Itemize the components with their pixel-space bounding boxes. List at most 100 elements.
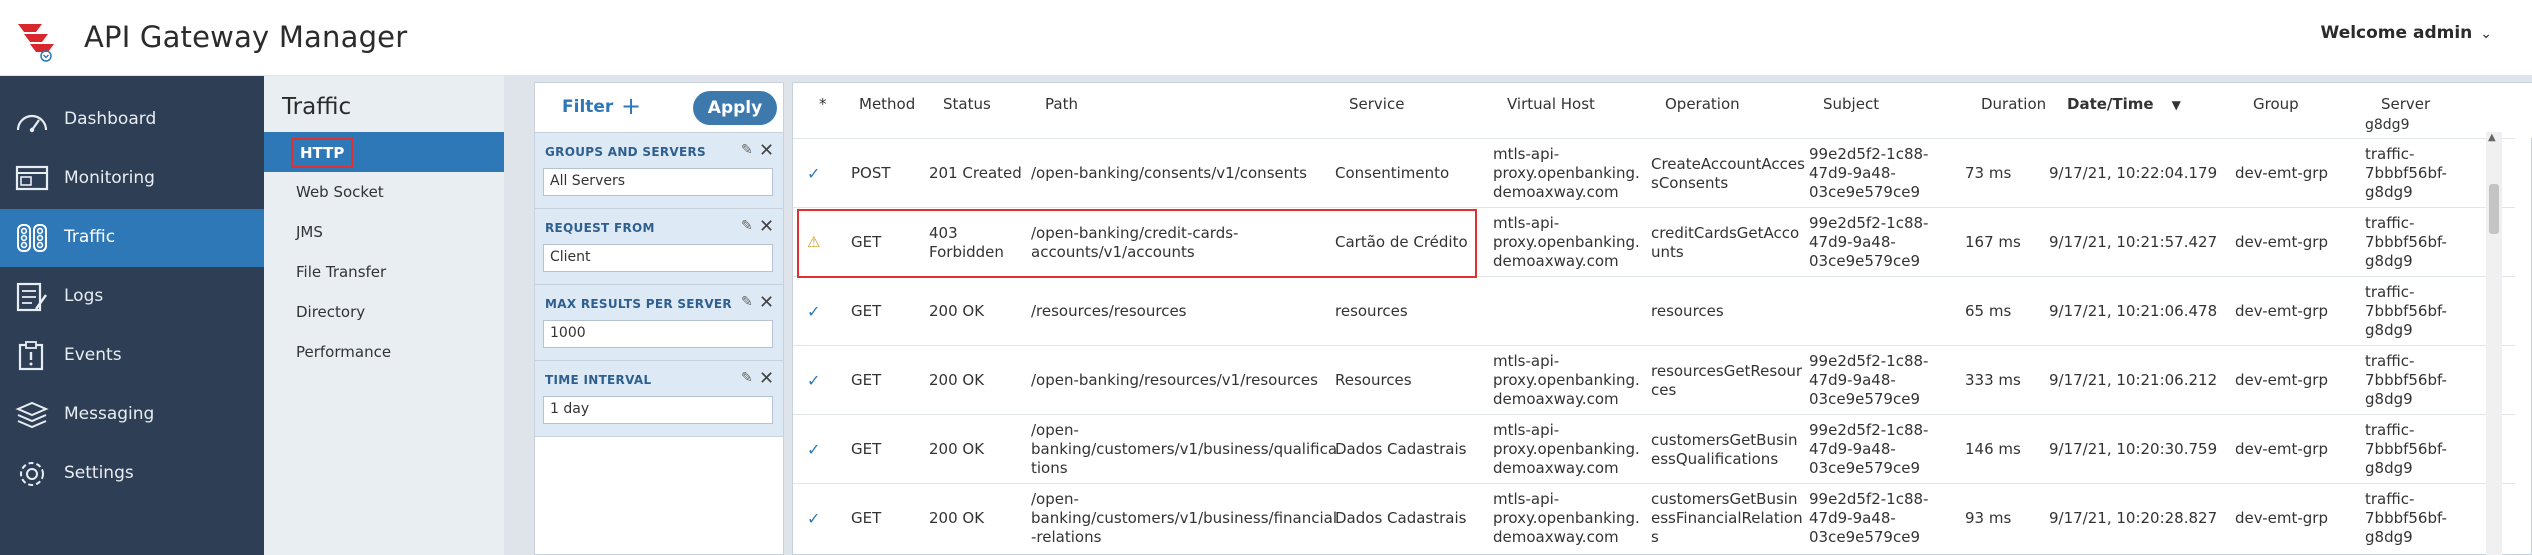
cell-vhost: mtls-api-proxy.openbanking. demoaxway.com: [1493, 145, 1640, 201]
cell-vhost: mtls-api-proxy.openbanking. demoaxway.com: [1493, 490, 1640, 546]
traffic-subnav: Traffic HTTP Web Socket JMS File Transfe…: [264, 76, 504, 555]
col-method[interactable]: Method: [859, 95, 915, 113]
filter-group-max-results: MAX RESULTS PER SERVER ✎ ✕ 1000: [535, 285, 783, 361]
cell-status: 200 OK: [929, 302, 985, 320]
table-row[interactable]: ✓ GET 200 OK/resources/resources resources r…: [793, 276, 2515, 345]
close-icon[interactable]: ✕: [759, 216, 774, 237]
cell-subject: 99e2d5f2-1c88- 47d9-9a48- 03ce9e579ce9: [1809, 352, 1929, 408]
filter-group-time-interval: TIME INTERVAL ✎ ✕ 1 day: [535, 361, 783, 437]
cell-service: Dados Cadastrais: [1335, 509, 1467, 527]
nav-item-logs[interactable]: Logs: [0, 268, 264, 326]
cell-subject: 99e2d5f2-1c88- 47d9-9a48- 03ce9e579ce9: [1809, 421, 1929, 477]
nav-item-settings[interactable]: Settings: [0, 445, 264, 503]
table-row[interactable]: ✓ GET 200 OK/open-banking/customers/v1/bus…: [793, 483, 2515, 552]
cell-service: Dados Cadastrais: [1335, 440, 1467, 458]
cell-service: resources: [1335, 302, 1408, 320]
table-header: * Method Status Path Service Virtual Hos…: [793, 83, 2532, 138]
request-from-field[interactable]: Client: [543, 244, 773, 272]
col-datetime[interactable]: Date/Time ▼: [2067, 95, 2181, 113]
time-interval-field[interactable]: 1 day: [543, 396, 773, 424]
check-icon: ✓: [807, 371, 821, 390]
traffic-table: * Method Status Path Service Virtual Hos…: [792, 82, 2532, 555]
subnav-item-jms[interactable]: JMS: [264, 212, 504, 252]
cell-subject: 99e2d5f2-1c88- 47d9-9a48- 03ce9e579ce9: [1809, 214, 1929, 270]
cell-status: 201 Created: [929, 164, 1022, 182]
col-virtual-host[interactable]: Virtual Host: [1507, 95, 1595, 113]
col-duration[interactable]: Duration: [1981, 95, 2051, 113]
nav-item-dashboard[interactable]: Dashboard: [0, 91, 264, 149]
add-filter-icon[interactable]: +: [621, 92, 641, 120]
close-icon[interactable]: ✕: [759, 368, 774, 389]
cell-method: GET: [851, 440, 882, 458]
subnav-item-http[interactable]: HTTP: [264, 132, 504, 172]
cell-group: dev-emt-grp: [2235, 233, 2328, 251]
cell-duration: 333 ms: [1965, 371, 2021, 389]
groups-servers-field[interactable]: All Servers: [543, 168, 773, 196]
cell-subject: 99e2d5f2-1c88- 47d9-9a48- 03ce9e579ce9: [1809, 145, 1929, 201]
sort-desc-icon: ▼: [2171, 98, 2181, 112]
cell-vhost: mtls-api-proxy.openbanking. demoaxway.com: [1493, 352, 1640, 408]
col-server[interactable]: Server: [2381, 95, 2430, 113]
subnav-item-directory[interactable]: Directory: [264, 292, 504, 332]
user-menu[interactable]: Welcome admin ⌄: [2321, 23, 2492, 43]
subnav-item-file-transfer[interactable]: File Transfer: [264, 252, 504, 292]
cell-vhost: mtls-api-proxy.openbanking. demoaxway.com: [1493, 214, 1640, 270]
cell-server: traffic- 7bbbf56bf-g8dg9: [2365, 214, 2447, 270]
max-results-field[interactable]: 1000: [543, 320, 773, 348]
edit-pencil-icon[interactable]: ✎: [741, 142, 753, 158]
logs-icon: [16, 282, 47, 312]
cell-path: /open-banking/consents/v1/consents: [1031, 164, 1307, 182]
close-icon[interactable]: ✕: [759, 292, 774, 313]
cell-path: /open-banking/resources/v1/resources: [1031, 371, 1318, 389]
axway-logo-icon[interactable]: [14, 18, 60, 64]
nav-item-messaging[interactable]: Messaging: [0, 386, 264, 444]
col-path[interactable]: Path: [1045, 95, 1078, 113]
cell-group: dev-emt-grp: [2235, 164, 2328, 182]
table-scrollbar[interactable]: ▲: [2486, 132, 2502, 555]
subnav-item-performance[interactable]: Performance: [264, 332, 504, 372]
cell-datetime: 9/17/21, 10:21:57.427: [2049, 233, 2218, 251]
table-row[interactable]: ✓ GET 200 OK/open-banking/resources/v1/res…: [793, 345, 2515, 414]
scroll-up-icon[interactable]: ▲: [2488, 132, 2500, 144]
dashboard-gauge-icon: [16, 114, 48, 133]
check-icon: ✓: [807, 164, 821, 183]
cell-group: dev-emt-grp: [2235, 302, 2328, 320]
cell-operation: customersGetBusin essQualifications: [1651, 431, 1798, 468]
edit-pencil-icon[interactable]: ✎: [741, 218, 753, 234]
cell-subject: 99e2d5f2-1c88- 47d9-9a48- 03ce9e579ce9: [1809, 490, 1929, 546]
nav-item-traffic[interactable]: Traffic: [0, 209, 264, 267]
table-row[interactable]: ✓ POST 201 Created/open-banking/consents/v…: [793, 138, 2515, 207]
edit-pencil-icon[interactable]: ✎: [741, 294, 753, 310]
col-service[interactable]: Service: [1349, 95, 1404, 113]
col-status[interactable]: Status: [943, 95, 991, 113]
cell-datetime: 9/17/21, 10:21:06.478: [2049, 302, 2218, 320]
check-icon: ✓: [807, 302, 821, 321]
cell-datetime: 9/17/21, 10:21:06.212: [2049, 371, 2218, 389]
col-operation[interactable]: Operation: [1665, 95, 1740, 113]
nav-item-monitoring[interactable]: Monitoring: [0, 150, 264, 208]
subnav-item-web-socket[interactable]: Web Socket: [264, 172, 504, 212]
monitor-icon: [15, 165, 49, 191]
table-row[interactable]: ✓ GET 200 OK/open-banking/customers/v1/bus…: [793, 414, 2515, 483]
edit-pencil-icon[interactable]: ✎: [741, 370, 753, 386]
col-star[interactable]: *: [819, 95, 827, 113]
col-subject[interactable]: Subject: [1823, 95, 1879, 113]
cell-status: 200 OK: [929, 509, 985, 527]
scrollbar-thumb[interactable]: [2489, 184, 2499, 234]
cell-operation: resourcesGetResour ces: [1651, 362, 1803, 399]
filter-title: Filter: [562, 97, 614, 117]
cell-operation: resources: [1651, 302, 1724, 320]
cell-method: GET: [851, 302, 882, 320]
chevron-down-icon: ⌄: [2480, 26, 2492, 42]
apply-button[interactable]: Apply: [693, 91, 777, 125]
cell-method: GET: [851, 509, 882, 527]
cell-operation: customersGetBusin essFinancialRelation s: [1651, 490, 1803, 546]
cell-vhost: mtls-api-proxy.openbanking. demoaxway.com: [1493, 421, 1640, 477]
close-icon[interactable]: ✕: [759, 140, 774, 161]
cell-server: traffic- 7bbbf56bf-g8dg9: [2365, 283, 2447, 339]
col-group[interactable]: Group: [2253, 95, 2299, 113]
gear-icon: [20, 462, 44, 486]
main-nav: Dashboard Monitoring Traffic Logs Events…: [0, 76, 264, 555]
nav-item-events[interactable]: Events: [0, 327, 264, 385]
events-icon: [18, 341, 44, 371]
